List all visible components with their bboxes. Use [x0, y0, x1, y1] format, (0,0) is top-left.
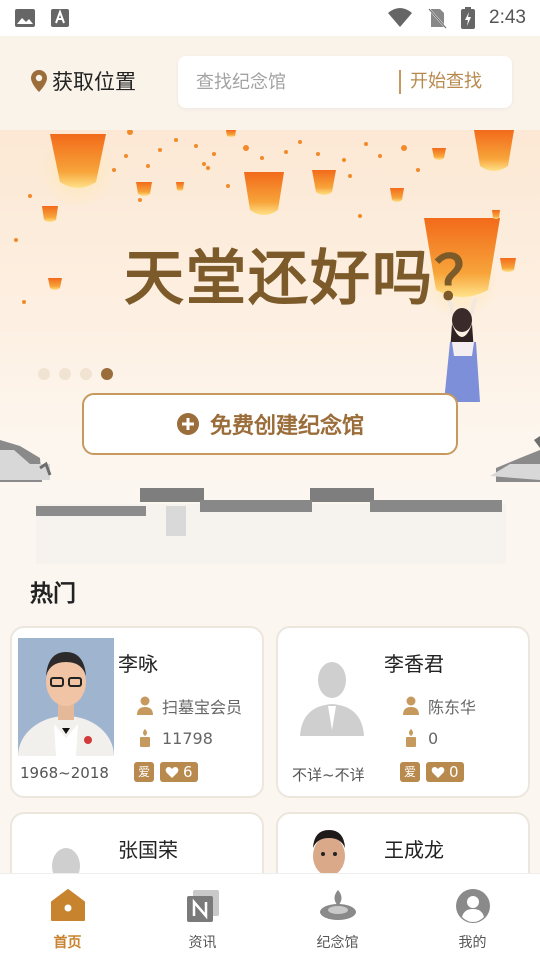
lanterns-illustration	[0, 130, 540, 570]
search-button[interactable]: 开始查找	[410, 56, 482, 108]
plus-circle-icon	[176, 413, 199, 435]
memorial-card[interactable]: 李香君 陈东华 0 不详~不详 爱 0	[276, 626, 530, 798]
lantern-2	[244, 172, 284, 215]
search-box: 开始查找	[178, 56, 512, 108]
candle-icon	[406, 729, 416, 747]
carousel-dot[interactable]	[59, 368, 71, 380]
clock: 2:43	[489, 7, 526, 28]
candle-count: 11798	[162, 728, 213, 748]
candle-row: 11798	[136, 728, 213, 748]
life-dates: 不详~不详	[292, 766, 365, 784]
create-memorial-button[interactable]: 免费创建纪念馆	[82, 393, 458, 455]
creator-name: 扫墓宝会员	[162, 698, 243, 717]
creator-name: 陈东华	[428, 698, 477, 717]
life-dates: 1968~2018	[20, 764, 109, 782]
memorial-name: 王成龙	[384, 838, 444, 862]
tab-profile[interactable]: 我的	[405, 874, 540, 960]
heart-icon	[165, 766, 179, 778]
memorial-portrait	[18, 638, 114, 756]
person-icon	[137, 696, 153, 715]
battery-charging-icon	[461, 7, 476, 29]
status-bar: 2:43	[0, 0, 540, 36]
image-icon	[15, 9, 35, 27]
bottom-tab-bar: 首页 资讯 纪念馆 我的	[0, 873, 540, 960]
tab-profile-label: 我的	[458, 935, 487, 951]
tab-home-label: 首页	[53, 935, 82, 951]
location-label: 获取位置	[52, 70, 136, 94]
section-title-hot: 热门	[30, 581, 76, 607]
candle-icon	[140, 729, 150, 747]
heart-icon	[431, 766, 445, 778]
memorial-name: 李香君	[384, 652, 444, 676]
default-avatar	[300, 662, 364, 736]
create-memorial-label: 免费创建纪念馆	[209, 414, 364, 439]
news-icon	[186, 890, 219, 922]
creator-row: 扫墓宝会员	[136, 694, 242, 718]
memorial-name: 李咏	[118, 652, 158, 676]
carousel-dots	[38, 368, 113, 380]
creator-row: 陈东华	[402, 694, 476, 718]
memorial-card[interactable]: 李咏 扫墓宝会员 11798 1968~2018 爱 6	[10, 626, 264, 798]
like-badge[interactable]: 6	[160, 762, 198, 782]
lantern-3	[312, 170, 336, 195]
location-pin-icon	[31, 70, 47, 92]
carousel-dot-active[interactable]	[101, 368, 113, 380]
tab-memorial-label: 纪念馆	[316, 935, 359, 951]
memorial-name: 张国荣	[118, 838, 178, 862]
lantern-4	[474, 130, 514, 171]
search-divider	[399, 70, 401, 94]
tab-home[interactable]: 首页	[0, 874, 135, 960]
carousel-dot[interactable]	[38, 368, 50, 380]
home-icon	[50, 889, 85, 921]
profile-icon	[455, 889, 490, 923]
header: 获取位置 开始查找	[0, 36, 540, 130]
person-icon	[403, 696, 419, 715]
candle-row: 0	[402, 728, 438, 748]
banner-carousel[interactable]: 天堂还好吗？ 免费创建纪念馆	[0, 130, 540, 570]
like-badge[interactable]: 0	[426, 762, 464, 782]
font-a-icon	[51, 9, 69, 27]
tab-news-label: 资讯	[188, 935, 217, 951]
location-button[interactable]: 获取位置	[30, 66, 136, 96]
no-sim-icon	[428, 8, 447, 29]
memorial-portrait	[313, 830, 345, 876]
memorial-icon	[319, 890, 356, 920]
like-count: 6	[183, 763, 193, 781]
lantern-1	[40, 132, 116, 208]
search-input[interactable]	[196, 56, 396, 108]
like-count: 0	[449, 763, 459, 781]
carousel-dot[interactable]	[80, 368, 92, 380]
wifi-icon	[388, 8, 413, 27]
tab-news[interactable]: 资讯	[135, 874, 270, 960]
candle-count: 0	[428, 728, 439, 748]
love-tag: 爱	[400, 762, 420, 782]
rooftops	[0, 436, 540, 570]
tab-memorial[interactable]: 纪念馆	[270, 874, 405, 960]
banner-title: 天堂还好吗？	[124, 244, 496, 314]
love-tag: 爱	[134, 762, 154, 782]
